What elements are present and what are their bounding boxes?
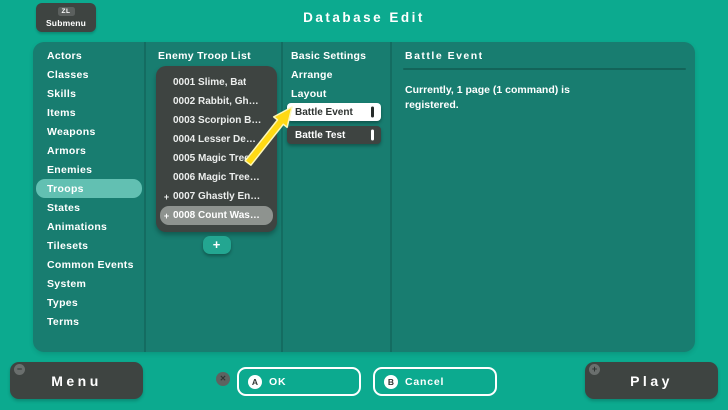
sidebar-item-enemies[interactable]: Enemies [33,160,144,179]
troop-list-header: Enemy Troop List [146,46,281,65]
sidebar-item-animations[interactable]: Animations [33,217,144,236]
a-gamepad-icon: A [248,375,262,389]
troop-item-label: 0001 Slime, Bat [173,77,246,88]
ok-button[interactable]: A OK [237,367,361,396]
menu-button-label: Menu [51,373,102,389]
cancel-button-label: Cancel [405,376,444,388]
troop-item-label: 0008 Count Was… [173,210,260,221]
sidebar-item-common-events[interactable]: Common Events [33,255,144,274]
x-gamepad-icon[interactable]: ✕ [216,372,230,386]
sidebar-item-states[interactable]: States [33,198,144,217]
sidebar-item-terms[interactable]: Terms [33,312,144,331]
add-troop-button[interactable]: + [203,236,231,254]
page-title: Database Edit [0,10,728,25]
troop-new-indicator: + [160,211,173,221]
troop-settings-column: Basic Settings Arrange Layout Battle Eve… [283,42,392,352]
sidebar-item-troops[interactable]: Troops [36,179,142,198]
troop-item-0007[interactable]: + 0007 Ghastly En… [160,187,273,206]
menu-item-layout[interactable]: Layout [283,84,390,103]
troop-item-0006[interactable]: 0006 Magic Tree… [160,168,273,187]
sidebar-item-skills[interactable]: Skills [33,84,144,103]
database-panel: Actors Classes Skills Items Weapons Armo… [33,42,695,352]
sidebar-item-items[interactable]: Items [33,103,144,122]
troop-item-label: 0003 Scorpion B… [173,115,261,126]
sidebar-item-types[interactable]: Types [33,293,144,312]
sidebar-item-tilesets[interactable]: Tilesets [33,236,144,255]
battle-event-label: Battle Event [295,107,353,118]
troop-list: 0001 Slime, Bat 0002 Rabbit, Gh… 0003 Sc… [156,66,277,232]
panel-divider [403,68,686,70]
category-sidebar: Actors Classes Skills Items Weapons Armo… [33,42,146,352]
troop-item-0005[interactable]: 0005 Magic Tree [160,149,273,168]
sidebar-item-armors[interactable]: Armors [33,141,144,160]
troop-item-label: 0005 Magic Tree [173,153,250,164]
menu-item-arrange[interactable]: Arrange [283,65,390,84]
troop-item-label: 0002 Rabbit, Gh… [173,96,259,107]
minus-gamepad-icon: − [14,364,25,375]
b-gamepad-icon: B [384,375,398,389]
troop-item-label: 0006 Magic Tree… [173,172,260,183]
play-button-label: Play [630,373,673,389]
troop-item-0001[interactable]: 0001 Slime, Bat [160,73,273,92]
plus-gamepad-icon: + [589,364,600,375]
sidebar-item-weapons[interactable]: Weapons [33,122,144,141]
sidebar-item-actors[interactable]: Actors [33,46,144,65]
troop-item-label: 0007 Ghastly En… [173,191,260,202]
cursor-bar-icon [371,130,375,141]
sidebar-item-classes[interactable]: Classes [33,65,144,84]
battle-event-panel: Battle Event Currently, 1 page (1 comman… [392,42,695,352]
troop-list-column: Enemy Troop List 0001 Slime, Bat 0002 Ra… [146,42,283,352]
troop-new-indicator: + [160,192,173,202]
battle-event-button[interactable]: Battle Event [287,103,381,121]
sidebar-item-system[interactable]: System [33,274,144,293]
troop-item-0003[interactable]: 0003 Scorpion B… [160,111,273,130]
battle-event-summary: Currently, 1 page (1 command) is registe… [405,83,610,113]
play-button[interactable]: + Play [585,362,718,399]
troop-item-0008[interactable]: + 0008 Count Was… [160,206,273,225]
battle-test-label: Battle Test [295,130,345,141]
menu-item-basic-settings[interactable]: Basic Settings [283,46,390,65]
cursor-bar-icon [371,107,375,118]
cancel-button[interactable]: B Cancel [373,367,497,396]
troop-item-label: 0004 Lesser De… [173,134,256,145]
add-troop-wrap: + [156,236,277,254]
troop-item-0004[interactable]: 0004 Lesser De… [160,130,273,149]
ok-button-label: OK [269,376,286,388]
troop-item-0002[interactable]: 0002 Rabbit, Gh… [160,92,273,111]
battle-test-button[interactable]: Battle Test [287,126,381,144]
battle-event-panel-title: Battle Event [392,46,695,65]
menu-button[interactable]: − Menu [10,362,143,399]
